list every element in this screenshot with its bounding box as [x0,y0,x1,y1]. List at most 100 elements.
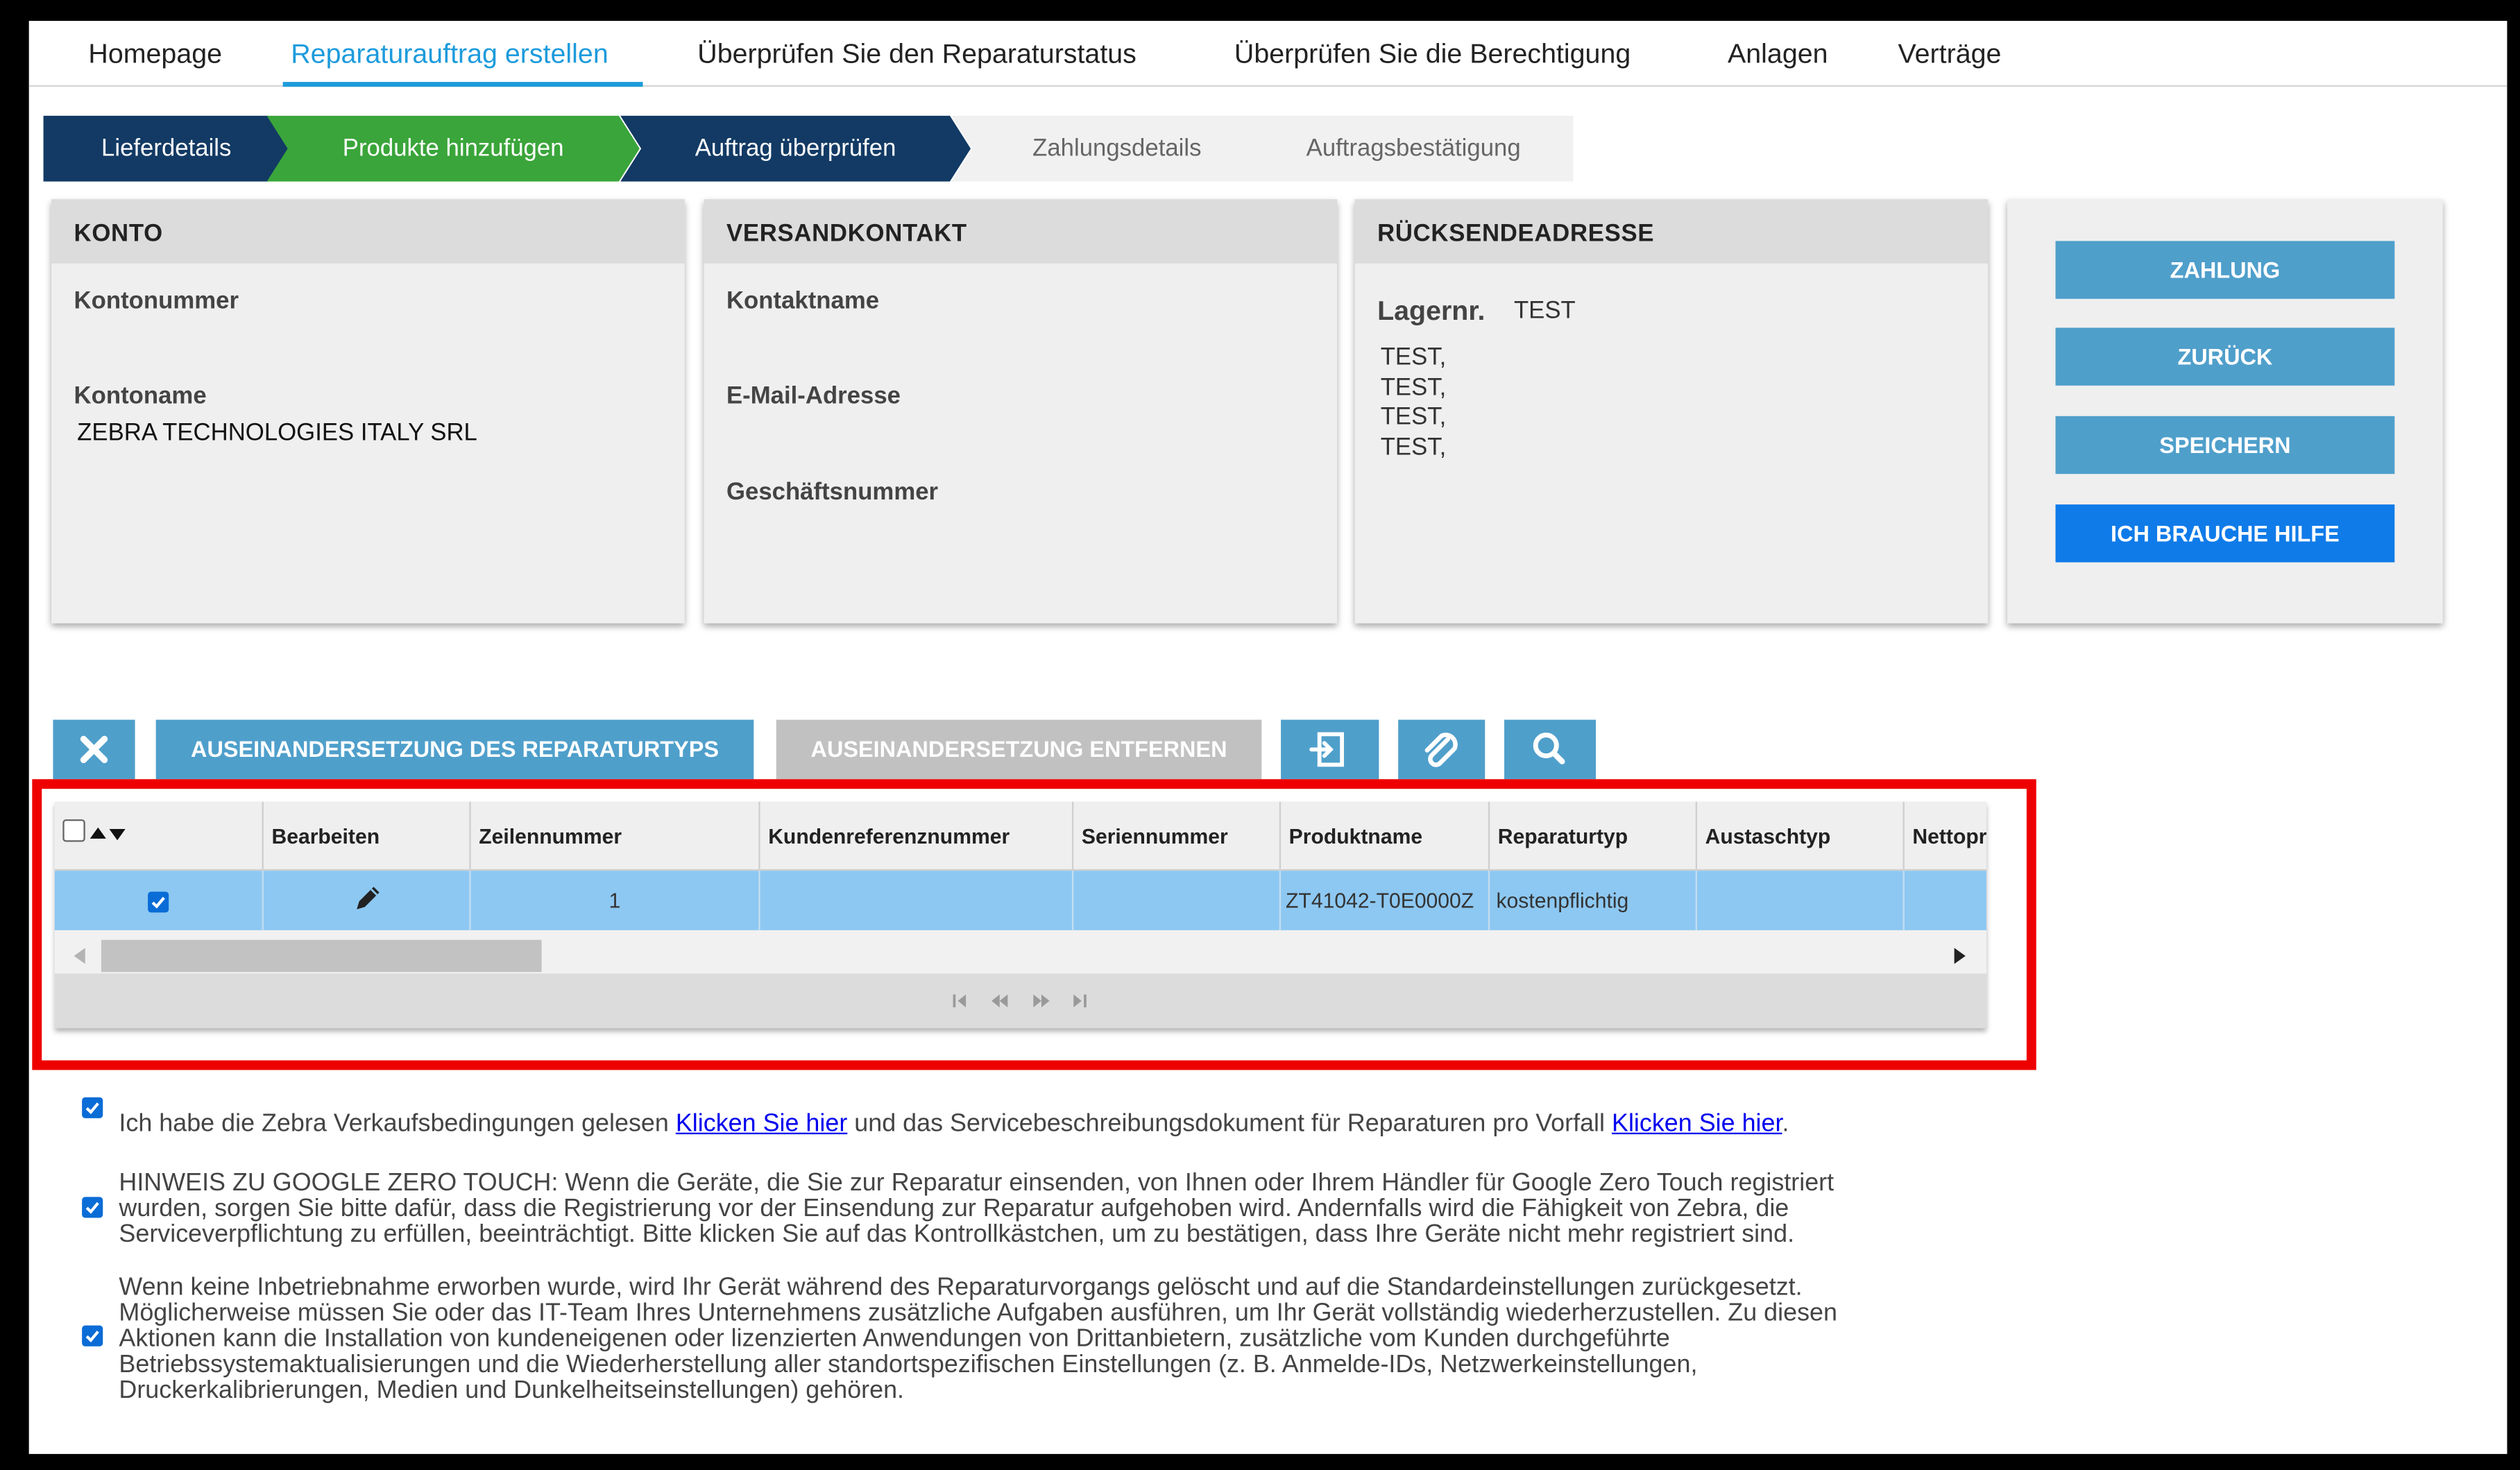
notice-line: wurden, sorgen Sie bitte dafür, dass die… [119,1195,1789,1223]
row-select-checkbox[interactable] [148,891,169,913]
screenshot-frame: Homepage Reparaturauftrag erstellen Über… [0,0,2520,1470]
checkmark-icon [151,896,165,909]
grid-pager [54,973,1986,1029]
grid-header-customer-reference[interactable]: Kundenreferenznummer [760,801,1074,869]
step-review-order[interactable]: Auftrag überprüfen [620,115,971,182]
close-icon [80,735,108,764]
account-card-title: KONTO [74,220,163,248]
notice-line: Aktionen kann die Installation von kunde… [119,1325,1670,1353]
account-card: KONTO Kontonummer Kontoname ZEBRA TECHNO… [51,199,685,624]
back-button[interactable]: ZURÜCK [2055,327,2395,386]
search-icon [1533,733,1565,764]
reset-acknowledge-checkbox[interactable] [82,1325,103,1347]
screenshot-root: Homepage Reparaturauftrag erstellen Über… [0,0,2520,1470]
row-customer-reference [760,871,1074,930]
notice-line: Betriebssystemaktualisierungen und die W… [119,1351,1698,1379]
need-help-button[interactable]: ICH BRAUCHE HILFE [2055,504,2395,563]
shipping-contact-card: VERSANDKONTAKT Kontaktname E-Mail-Adress… [704,199,1338,624]
return-address-card-header: RÜCKSENDEADRESSE [1354,199,1989,264]
service-description-link[interactable]: Klicken Sie hier [1612,1110,1782,1137]
last-page-icon[interactable] [1071,993,1090,1009]
device-reset-notice: Wenn keine Inbetriebnahme erworben wurde… [119,1274,1838,1405]
email-label: E-Mail-Adresse [726,382,901,410]
grid-header-exchange-type[interactable]: Austaschtyp [1697,801,1905,869]
horizontal-scrollbar[interactable] [54,932,1986,974]
actions-card: ZAHLUNG ZURÜCK SPEICHERN ICH BRAUCHE HIL… [2007,199,2443,624]
nav-entitlement[interactable]: Überprüfen Sie die Berechtigung [1234,39,1631,71]
account-card-header: KONTO [51,199,685,264]
payment-button[interactable]: ZAHLUNG [2055,241,2395,299]
grid-header-repair-type[interactable]: Reparaturtyp [1490,801,1698,869]
step-delivery-details[interactable]: Lieferdetails [43,115,289,182]
terms-checkbox[interactable] [82,1097,103,1118]
grid-header-line-number[interactable]: Zeilennummer [471,801,760,869]
sort-arrows-icon[interactable] [88,824,127,844]
step-add-products[interactable]: Produkte hinzufügen [266,115,640,182]
clear-button[interactable] [53,719,135,780]
export-icon [1309,732,1345,767]
grid-header: Bearbeiten Zeilennummer Kundenreferenznu… [54,801,1986,871]
grid-header-product-name[interactable]: Produktname [1281,801,1490,869]
return-address-card-title: RÜCKSENDEADRESSE [1377,220,1655,248]
scroll-left-icon[interactable] [71,946,90,966]
paperclip-icon [1424,733,1458,767]
export-button[interactable] [1281,719,1379,780]
row-repair-type: kostenpflichtig [1490,871,1698,930]
save-button[interactable]: SPEICHERN [2055,416,2395,475]
zero-touch-checkbox[interactable] [82,1197,103,1218]
terms-text: und das Servicebeschreibungsdokument für… [847,1110,1612,1138]
terms-link[interactable]: Klicken Sie hier [676,1110,847,1137]
business-number-label: Geschäftsnummer [726,479,939,506]
checkmark-icon [85,1331,99,1342]
apply-repair-type-button[interactable]: AUSEINANDERSETZUNG DES REPARATURTYPS [155,719,754,780]
checkmark-icon [85,1202,99,1214]
contact-name-label: Kontaktname [726,287,880,315]
warehouse-number-label: Lagernr. [1377,296,1485,327]
nav-active-indicator [282,82,643,87]
warehouse-number-value: TEST [1513,297,1576,325]
previous-page-icon[interactable] [990,993,1010,1009]
attach-button[interactable] [1398,719,1485,780]
select-all-checkbox[interactable] [62,819,85,842]
account-name-value: ZEBRA TECHNOLOGIES ITALY SRL [77,419,477,447]
row-exchange-type [1697,871,1905,930]
nav-create-repair-order[interactable]: Reparaturauftrag erstellen [291,39,608,71]
grid-header-select [55,801,264,869]
row-select-cell [55,871,264,930]
notice-line: Möglicherweise müssen Sie oder das IT-Te… [119,1299,1838,1327]
grid-header-net-price[interactable]: Nettopr [1905,802,1986,869]
nav-homepage[interactable]: Homepage [88,39,222,71]
account-name-label: Kontoname [74,382,207,410]
products-grid: Bearbeiten Zeilennummer Kundenreferenznu… [54,801,1986,1029]
nav-assets[interactable]: Anlagen [1728,39,1828,71]
row-serial-number [1073,871,1282,930]
step-payment-details[interactable]: Zahlungsdetails [951,115,1283,182]
grid-header-serial-number[interactable]: Seriennummer [1073,801,1282,869]
nav-repair-status[interactable]: Überprüfen Sie den Reparaturstatus [697,39,1136,71]
checkmark-icon [85,1102,99,1115]
shipping-contact-card-title: VERSANDKONTAKT [726,220,967,248]
notice-line: Druckerkalibrierungen, Medien und Dunkel… [119,1376,905,1405]
search-button[interactable] [1504,719,1597,780]
next-page-icon[interactable] [1032,993,1051,1009]
return-address-lines: TEST, TEST, TEST, TEST, [1381,344,1447,463]
terms-text: Ich habe die Zebra Verkaufsbedingungen g… [119,1110,676,1138]
remove-assignment-button[interactable]: AUSEINANDERSETZUNG ENTFERNEN [776,719,1262,780]
scrollbar-thumb[interactable] [101,939,542,973]
pencil-icon[interactable] [352,882,384,914]
return-address-line: TEST, [1380,373,1447,401]
table-row[interactable]: 1 ZT41042-T0E0000Z kostenpflichtig [54,871,1986,930]
notice-line: HINWEIS ZU GOOGLE ZERO TOUCH: Wenn die G… [119,1169,1834,1197]
notice-line: Wenn keine Inbetriebnahme erworben wurde… [119,1274,1803,1301]
page: Homepage Reparaturauftrag erstellen Über… [28,21,2508,1454]
nav-contracts[interactable]: Verträge [1898,39,2002,71]
step-order-confirmation[interactable]: Auftragsbestätigung [1253,115,1574,182]
first-page-icon[interactable] [951,993,971,1009]
return-address-line: TEST, [1380,433,1447,461]
scroll-right-icon[interactable] [1951,946,1970,966]
row-product-name: ZT41042-T0E0000Z [1281,871,1490,930]
return-address-line: TEST, [1380,343,1447,371]
grid-header-edit[interactable]: Bearbeiten [264,801,471,869]
terms-notice: Ich habe die Zebra Verkaufsbedingungen g… [119,1110,1789,1138]
row-edit-cell [264,871,471,930]
